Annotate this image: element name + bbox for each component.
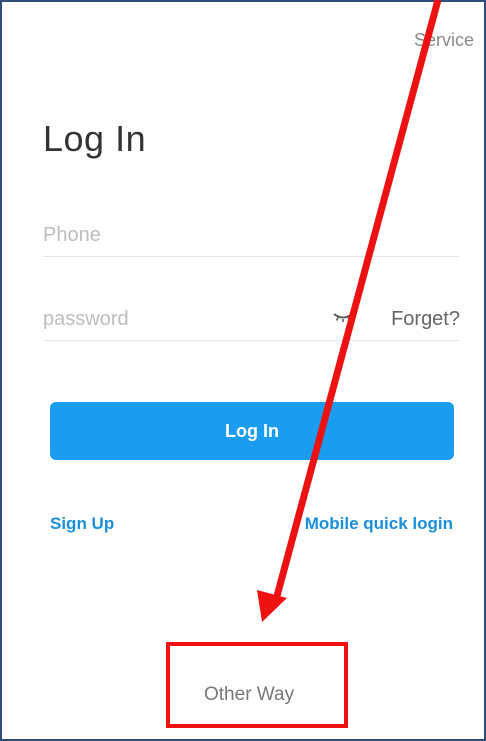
annotation-arrow xyxy=(257,0,442,622)
